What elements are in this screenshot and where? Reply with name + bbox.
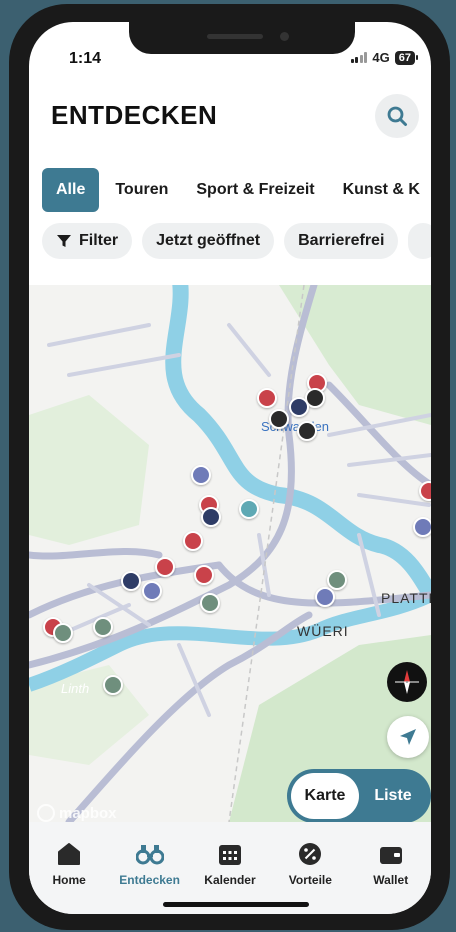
map-poi-marker[interactable] <box>413 517 431 537</box>
map-label-platten: PLATTEN <box>381 590 431 606</box>
category-tabs: Alle Touren Sport & Freizeit Kunst & K <box>42 168 431 212</box>
map-label-wueri: WÜERI <box>297 623 349 639</box>
map-poi-marker[interactable] <box>183 531 203 551</box>
compass-button[interactable] <box>387 662 427 702</box>
compass-icon <box>395 670 419 694</box>
map-poi-marker[interactable] <box>327 570 347 590</box>
nav-label: Wallet <box>373 873 409 887</box>
view-toggle: Karte Liste <box>287 769 431 822</box>
notch <box>129 22 355 54</box>
toggle-map-view[interactable]: Karte <box>291 773 359 819</box>
map-label-river: Linth <box>61 681 90 696</box>
nav-label: Entdecken <box>119 873 180 887</box>
map-view[interactable]: Schwanden PLATTEN WÜERI Linth <box>29 285 431 822</box>
mapbox-icon <box>37 804 55 822</box>
nav-label: Home <box>52 873 86 887</box>
filter-label: Filter <box>79 232 119 249</box>
map-poi-marker[interactable] <box>103 675 123 695</box>
nav-label: Vorteile <box>288 873 332 887</box>
status-indicators: 4G 67 <box>350 50 419 65</box>
search-icon <box>387 106 407 126</box>
search-button[interactable] <box>375 94 419 138</box>
tab-sport-freizeit[interactable]: Sport & Freizeit <box>184 168 326 212</box>
wallet-icon <box>379 847 402 864</box>
map-poi-marker[interactable] <box>142 581 162 601</box>
nav-label: Kalender <box>204 873 256 887</box>
map-poi-marker[interactable] <box>289 397 309 417</box>
locate-me-button[interactable] <box>387 716 429 758</box>
filter-accessible[interactable]: Barrierefrei <box>284 223 399 259</box>
map-poi-marker[interactable] <box>53 623 73 643</box>
battery-icon: 67 <box>394 50 419 65</box>
calendar-icon <box>218 845 241 865</box>
map-poi-marker[interactable] <box>269 409 289 429</box>
tab-alle[interactable]: Alle <box>42 168 100 212</box>
map-poi-marker[interactable] <box>93 617 113 637</box>
home-icon <box>58 843 81 865</box>
page-title: ENTDECKEN <box>51 100 218 130</box>
filter-more[interactable] <box>408 223 431 259</box>
map-poi-marker[interactable] <box>200 593 220 613</box>
map-poi-marker[interactable] <box>121 571 141 591</box>
tab-touren[interactable]: Touren <box>103 168 180 212</box>
network-type: 4G <box>372 50 390 65</box>
status-time: 1:14 <box>69 50 102 67</box>
home-indicator <box>163 902 309 907</box>
bottom-navigation: Home Entdecken Kalender Vorteile Wallet <box>29 822 431 914</box>
tab-kunst-kultur[interactable]: Kunst & K <box>331 168 431 212</box>
binoculars-icon <box>135 845 164 865</box>
map-poi-marker[interactable] <box>257 388 277 408</box>
funnel-icon <box>57 235 71 247</box>
filter-button[interactable]: Filter <box>42 223 133 259</box>
filter-open-now[interactable]: Jetzt geöffnet <box>142 223 275 259</box>
map-poi-marker[interactable] <box>201 507 221 527</box>
percent-icon <box>299 843 322 865</box>
signal-icon <box>350 52 368 63</box>
map-poi-marker[interactable] <box>315 587 335 607</box>
map-poi-marker[interactable] <box>239 499 259 519</box>
map-base <box>29 285 431 822</box>
filter-chips: Filter Jetzt geöffnet Barrierefrei <box>42 223 431 259</box>
app-screen: 1:14 4G 67 ENTDECKEN Alle Touren Sport &… <box>29 22 431 914</box>
map-poi-marker[interactable] <box>191 465 211 485</box>
map-poi-marker[interactable] <box>194 565 214 585</box>
mapbox-attribution: mapbox <box>59 804 117 822</box>
mapbox-logo: mapbox <box>37 804 117 822</box>
map-poi-marker[interactable] <box>297 421 317 441</box>
toggle-list-view[interactable]: Liste <box>359 773 427 819</box>
phone-frame: 1:14 4G 67 ENTDECKEN Alle Touren Sport &… <box>9 4 450 930</box>
nav-item-wallet[interactable]: Wallet <box>353 842 429 914</box>
location-arrow-icon <box>400 729 416 745</box>
map-poi-marker[interactable] <box>155 557 175 577</box>
nav-item-home[interactable]: Home <box>31 842 107 914</box>
